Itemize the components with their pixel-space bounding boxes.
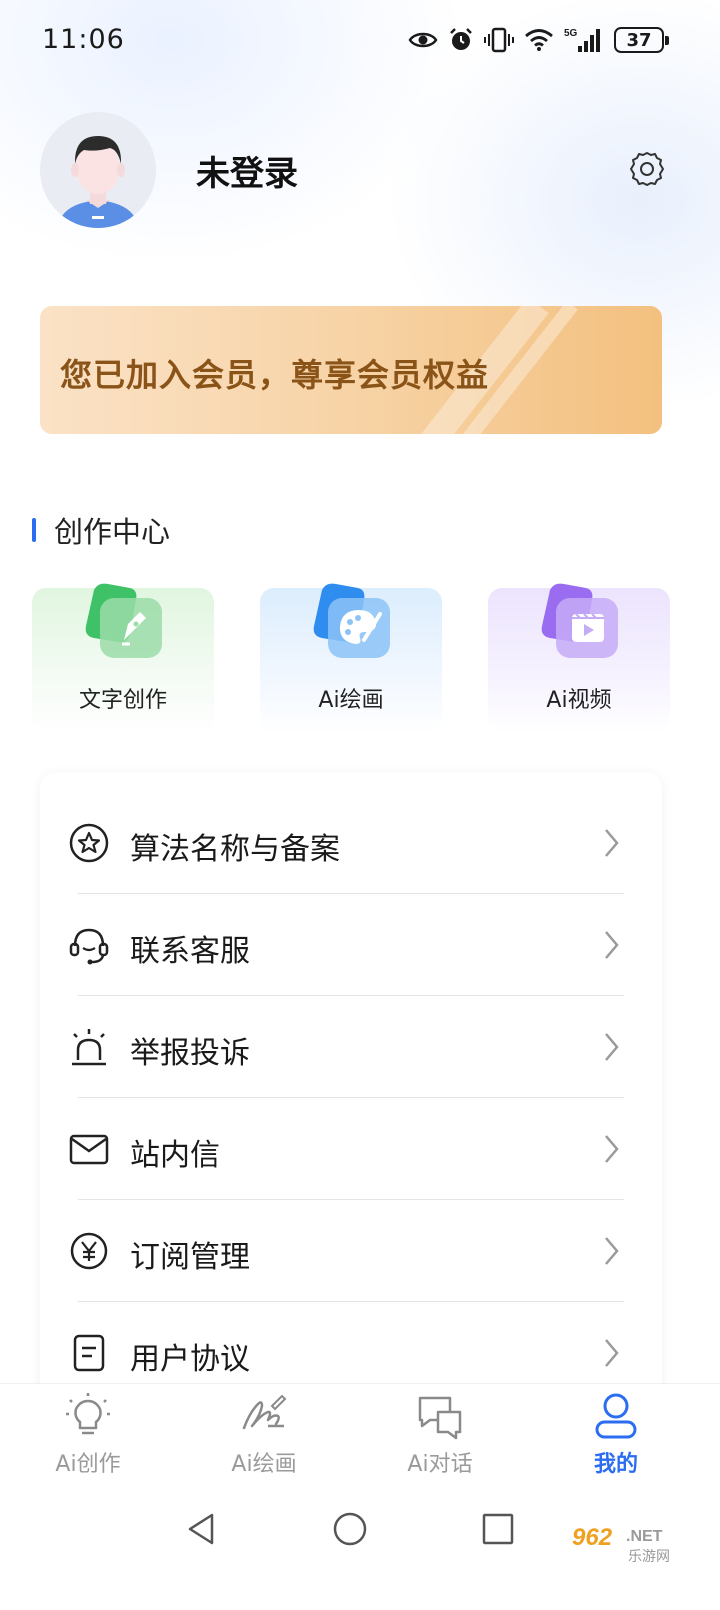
- card-label: Ai绘画: [318, 688, 384, 713]
- yuan-coin-icon: [70, 1232, 108, 1270]
- alarm-siren-icon: [72, 1029, 106, 1066]
- avatar-person-icon: [58, 136, 138, 228]
- menu-item-label: 算法名称与备案: [130, 832, 340, 867]
- card-text-creation[interactable]: 文字创作: [32, 583, 214, 734]
- card-label: Ai视频: [546, 688, 612, 713]
- menu-item-label: 联系客服: [130, 934, 250, 969]
- profile-page: 11:06 5G 37 未登录 您已加入会员，尊享会员权益 创作中心 文字创作 …: [0, 0, 720, 1610]
- home-circle-icon[interactable]: [330, 1509, 370, 1549]
- envelope-icon: [69, 1134, 109, 1165]
- chevron-right-icon: [605, 1237, 619, 1265]
- chevron-right-icon: [605, 931, 619, 959]
- card-ai-painting[interactable]: Ai绘画: [260, 583, 442, 734]
- palette-icon: [313, 583, 390, 658]
- nav-label: Ai绘画: [231, 1452, 297, 1477]
- status-bar: 11:06 5G 37: [0, 0, 720, 84]
- section-title: 创作中心: [54, 515, 171, 549]
- menu-item-label: 站内信: [130, 1138, 220, 1173]
- nav-label: 我的: [593, 1452, 638, 1477]
- star-badge-icon: [69, 823, 109, 863]
- svg-text:乐游网: 乐游网: [628, 1549, 670, 1565]
- username[interactable]: 未登录: [196, 146, 298, 195]
- nav-tab-ai-painting[interactable]: Ai绘画: [176, 1384, 352, 1494]
- nav-label: Ai创作: [55, 1452, 121, 1477]
- alarm-clock-icon: [450, 28, 472, 50]
- creation-cards: 文字创作 Ai绘画 Ai视频: [32, 583, 672, 734]
- battery-indicator: 37: [614, 27, 669, 53]
- pen-nib-icon: [85, 583, 162, 658]
- bottom-nav: Ai创作 Ai绘画 Ai对话 我的: [0, 1383, 720, 1493]
- member-banner[interactable]: 您已加入会员，尊享会员权益: [40, 306, 662, 434]
- menu-item-inbox[interactable]: 站内信: [40, 1098, 662, 1200]
- back-triangle-icon[interactable]: [182, 1509, 222, 1549]
- menu-item-label: 用户协议: [130, 1342, 250, 1377]
- status-icons: 5G 37: [408, 22, 669, 58]
- menu-item-customer-service[interactable]: 联系客服: [40, 894, 662, 996]
- chevron-right-icon: [605, 1033, 619, 1061]
- chevron-right-icon: [605, 829, 619, 857]
- nav-tab-ai-creation[interactable]: Ai创作: [0, 1384, 176, 1494]
- svg-text:962: 962: [572, 1524, 613, 1551]
- headset-icon: [69, 928, 109, 965]
- chevron-right-icon: [605, 1135, 619, 1163]
- menu-item-algorithm[interactable]: 算法名称与备案: [40, 792, 662, 894]
- chevron-right-icon: [605, 1339, 619, 1367]
- vibrate-icon: [484, 27, 514, 53]
- eye-icon: [408, 32, 438, 48]
- document-icon: [73, 1334, 105, 1372]
- creation-center-header: 创作中心: [32, 510, 170, 550]
- battery-level: 37: [626, 29, 652, 51]
- menu-item-subscription[interactable]: 订阅管理: [40, 1200, 662, 1302]
- lightbulb-icon: [66, 1393, 110, 1435]
- menu-item-label: 订阅管理: [130, 1240, 250, 1275]
- avatar[interactable]: [40, 112, 156, 228]
- menu-item-label: 举报投诉: [130, 1036, 250, 1071]
- system-nav-bar: 962 .NET 乐游网: [0, 1493, 720, 1610]
- section-accent-bar: [32, 518, 36, 542]
- gear-icon: [630, 152, 664, 186]
- user-icon: [595, 1393, 637, 1439]
- signature-icon: [242, 1394, 287, 1430]
- member-banner-text: 您已加入会员，尊享会员权益: [60, 356, 490, 394]
- svg-text:.NET: .NET: [626, 1528, 663, 1545]
- chat-bubbles-icon: [418, 1396, 462, 1440]
- card-ai-video[interactable]: Ai视频: [488, 583, 670, 734]
- recents-square-icon[interactable]: [478, 1509, 518, 1549]
- card-label: 文字创作: [78, 688, 167, 713]
- nav-tab-ai-chat[interactable]: Ai对话: [352, 1384, 528, 1494]
- nav-tab-mine[interactable]: 我的: [528, 1384, 704, 1494]
- nav-label: Ai对话: [407, 1452, 473, 1477]
- signal-5g-icon: 5G: [564, 28, 600, 52]
- svg-text:5G: 5G: [564, 28, 578, 39]
- video-clapper-icon: [541, 583, 618, 658]
- settings-button[interactable]: [628, 150, 666, 188]
- menu-item-report[interactable]: 举报投诉: [40, 996, 662, 1098]
- watermark-logo: 962 .NET 乐游网: [572, 1524, 670, 1565]
- status-time: 11:06: [42, 24, 125, 55]
- wifi-icon: [525, 29, 553, 51]
